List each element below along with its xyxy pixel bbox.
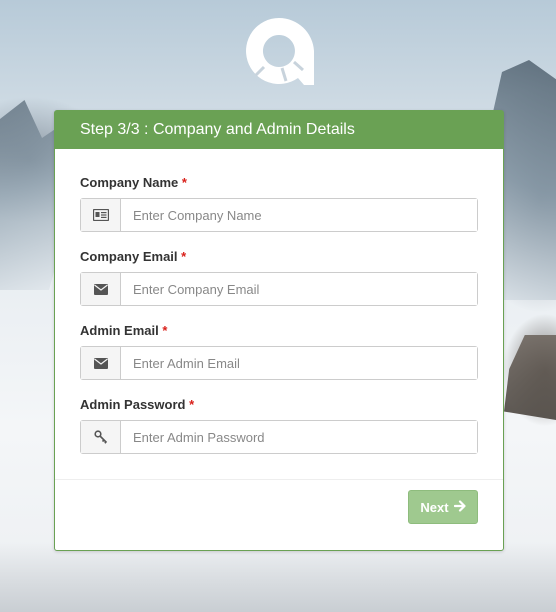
company-name-field: Company Name * — [80, 175, 478, 232]
company-email-input-group — [80, 272, 478, 306]
setup-form-card: Step 3/3 : Company and Admin Details Com… — [54, 110, 504, 551]
company-email-field: Company Email * — [80, 249, 478, 306]
admin-email-input-group — [80, 346, 478, 380]
required-marker: * — [181, 249, 187, 264]
admin-password-label: Admin Password * — [80, 397, 195, 412]
card-footer: Next — [55, 479, 503, 550]
admin-email-field: Admin Email * — [80, 323, 478, 380]
admin-password-input[interactable] — [121, 421, 477, 453]
next-button[interactable]: Next — [408, 490, 478, 524]
next-button-label: Next — [420, 499, 449, 515]
key-icon — [81, 421, 121, 453]
company-email-input[interactable] — [121, 273, 477, 305]
company-name-label: Company Name * — [80, 175, 187, 190]
company-name-input[interactable] — [121, 199, 477, 231]
admin-password-field: Admin Password * — [80, 397, 478, 454]
page-title: Step 3/3 : Company and Admin Details — [80, 121, 355, 138]
required-marker: * — [162, 323, 168, 338]
admin-email-label: Admin Email * — [80, 323, 168, 338]
required-marker: * — [189, 397, 195, 412]
logo-icon — [242, 15, 316, 87]
arrow-right-icon — [453, 499, 466, 515]
admin-email-input[interactable] — [121, 347, 477, 379]
form-body: Company Name * Company Email * — [55, 149, 503, 454]
envelope-icon — [81, 273, 121, 305]
envelope-icon — [81, 347, 121, 379]
card-header: Step 3/3 : Company and Admin Details — [55, 111, 503, 149]
admin-password-input-group — [80, 420, 478, 454]
company-name-input-group — [80, 198, 478, 232]
company-email-label: Company Email * — [80, 249, 187, 264]
id-card-icon — [81, 199, 121, 231]
mountain-rock — [504, 335, 556, 420]
required-marker: * — [181, 175, 187, 190]
snow-foreground — [0, 542, 556, 612]
